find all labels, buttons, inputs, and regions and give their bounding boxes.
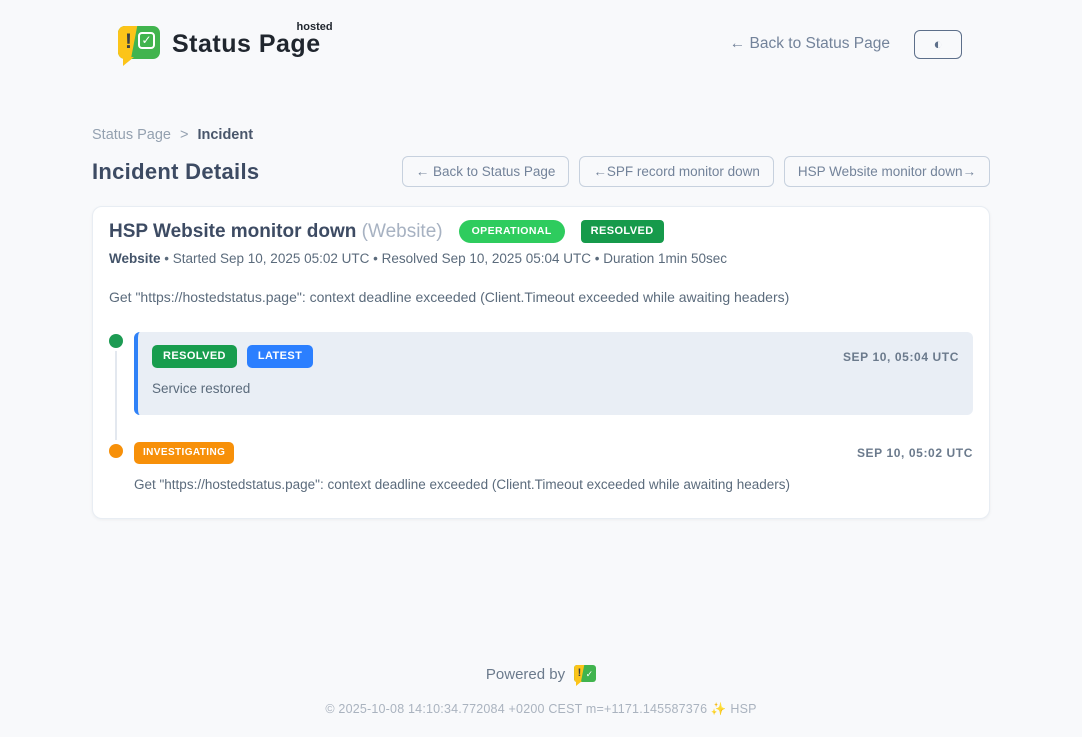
mini-logo-bubble: ! ✓ (574, 665, 596, 682)
timeline-entry-resolved: RESOLVED LATEST SEP 10, 05:04 UTC Servic… (109, 332, 973, 415)
operational-badge: OPERATIONAL (459, 220, 565, 243)
incident-title-text: HSP Website monitor down (109, 221, 356, 242)
half-circle-icon: ◐ (933, 37, 942, 52)
brand-text: Status Page hosted (172, 30, 329, 59)
header-right: ← Back to Status Page ◐ (730, 30, 962, 59)
next-incident-button[interactable]: HSP Website monitor down→ (784, 156, 990, 187)
mini-exclaim-icon: ! (578, 667, 582, 679)
main-content: Status Page > Incident Incident Details … (92, 72, 990, 519)
breadcrumb-separator: > (180, 127, 188, 143)
incident-nav-buttons: ← Back to Status Page ←SPF record monito… (402, 156, 990, 187)
mini-check-icon: ✓ (586, 669, 594, 680)
timeline-badges: RESOLVED LATEST (152, 345, 313, 368)
powered-by: Powered by ! ✓ (486, 664, 596, 685)
resolved-status-badge: RESOLVED (581, 220, 664, 243)
timeline-timestamp: SEP 10, 05:02 UTC (857, 446, 973, 460)
statuspage-logo-icon: ! ✓ (118, 24, 160, 65)
investigating-badge: INVESTIGATING (134, 442, 234, 464)
brand-name: Status Page (172, 30, 321, 58)
incident-component: Website (109, 251, 161, 266)
incident-description: Get "https://hostedstatus.page": context… (109, 289, 973, 305)
incident-timeline: RESOLVED LATEST SEP 10, 05:04 UTC Servic… (109, 332, 973, 492)
logo-tail (123, 57, 134, 66)
incident-meta: Website • Started Sep 10, 2025 05:02 UTC… (109, 251, 973, 266)
page-title: Incident Details (92, 159, 259, 185)
timeline-entry-body: RESOLVED LATEST SEP 10, 05:04 UTC Servic… (134, 332, 973, 415)
footer: Powered by ! ✓ © 2025-10-08 14:10:34.772… (0, 664, 1082, 717)
incident-title: HSP Website monitor down (Website) (109, 221, 443, 243)
brand-superscript: hosted (297, 21, 333, 33)
latest-badge: LATEST (247, 345, 313, 368)
mini-logo-tail (576, 681, 582, 686)
statuspage-logo[interactable]: ! ✓ Status Page hosted (118, 24, 329, 65)
incident-card: HSP Website monitor down (Website) OPERA… (92, 206, 990, 519)
timeline-dot-resolved (109, 334, 123, 348)
timeline-timestamp: SEP 10, 05:04 UTC (843, 350, 959, 364)
copyright-text: © 2025-10-08 14:10:34.772084 +0200 CEST … (0, 702, 1082, 717)
breadcrumb-status-page[interactable]: Status Page (92, 127, 171, 143)
header: ! ✓ Status Page hosted ← Back to Status … (0, 0, 1082, 72)
timeline-message: Service restored (152, 381, 959, 396)
prev-incident-button[interactable]: ←SPF record monitor down (579, 156, 774, 187)
timeline-entry-head: RESOLVED LATEST SEP 10, 05:04 UTC (152, 345, 959, 368)
timeline-entry-investigating: INVESTIGATING SEP 10, 05:02 UTC Get "htt… (109, 442, 973, 492)
timeline-message: Get "https://hostedstatus.page": context… (134, 477, 973, 492)
timeline-badges: INVESTIGATING (134, 442, 234, 464)
hsp-logo-icon[interactable]: ! ✓ (574, 664, 596, 685)
header-back-link[interactable]: ← Back to Status Page (730, 35, 890, 53)
incident-meta-detail: • Started Sep 10, 2025 05:02 UTC • Resol… (161, 251, 728, 266)
check-icon: ✓ (138, 32, 155, 49)
timeline-dot-investigating (109, 444, 123, 458)
theme-toggle-button[interactable]: ◐ (914, 30, 962, 59)
title-row: Incident Details ← Back to Status Page ←… (92, 156, 990, 187)
timeline-entry-body: INVESTIGATING SEP 10, 05:02 UTC Get "htt… (134, 442, 973, 492)
logo-bubble: ! ✓ (118, 26, 160, 59)
incident-scope: (Website) (362, 221, 443, 242)
breadcrumb: Status Page > Incident (92, 127, 990, 143)
back-to-status-page-button[interactable]: ← Back to Status Page (402, 156, 570, 187)
exclaim-icon: ! (125, 30, 132, 54)
breadcrumb-incident: Incident (197, 127, 253, 143)
timeline-entry-head: INVESTIGATING SEP 10, 05:02 UTC (134, 442, 973, 464)
resolved-badge: RESOLVED (152, 345, 237, 368)
powered-by-label: Powered by (486, 666, 565, 683)
incident-card-title-row: HSP Website monitor down (Website) OPERA… (109, 220, 973, 243)
